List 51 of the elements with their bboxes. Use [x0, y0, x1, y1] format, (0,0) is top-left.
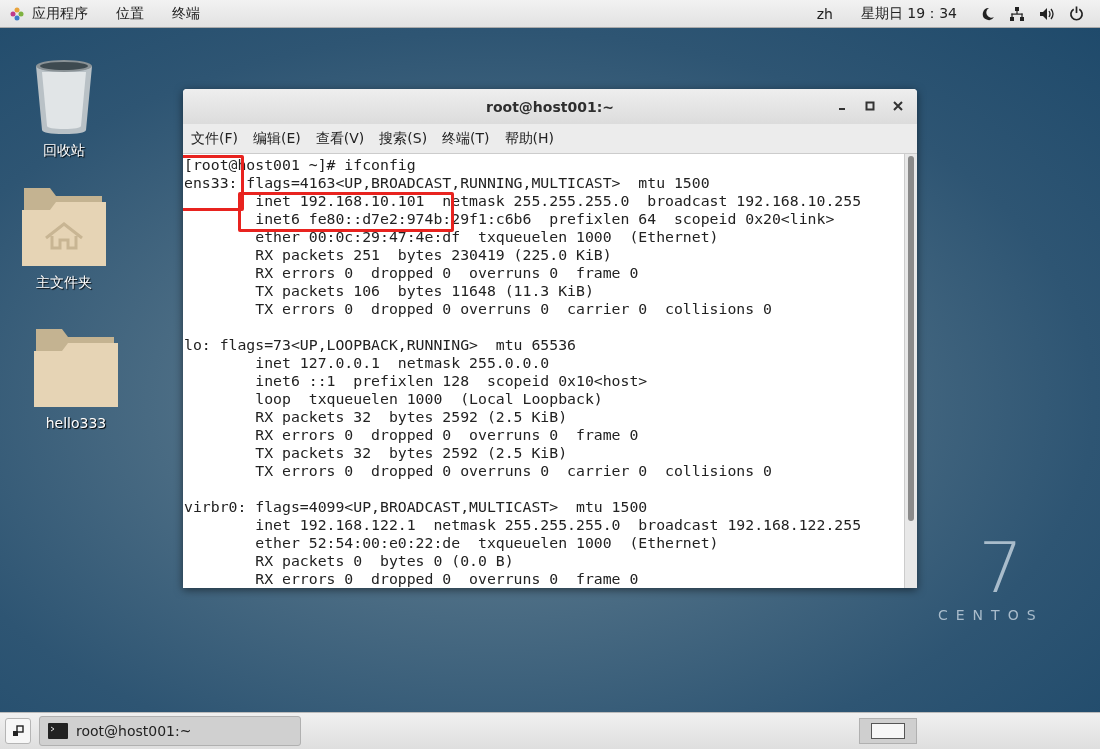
terminal-line: RX errors 0 dropped 0 overruns 0 frame 0: [254, 570, 640, 588]
taskbar-window-button[interactable]: root@host001:~: [39, 716, 301, 746]
terminal-line: ether 00:0c:29:47:4e:df txqueuelen 1000 (Ethernet): [254, 228, 720, 246]
windows-icon: [12, 725, 24, 737]
menu-item[interactable]: 终端(T): [442, 129, 490, 148]
menu-item[interactable]: 帮助(H): [504, 129, 555, 148]
terminal-line: TX errors 0 dropped 0 overruns 0 carrier 0 collisions 0: [254, 300, 773, 318]
top-menu[interactable]: 终端: [172, 4, 200, 23]
terminal-line: ether 52:54:00:e0:22:de txqueuelen 1000 (Ethernet): [254, 534, 720, 552]
volume-icon[interactable]: [1039, 6, 1055, 21]
icon-label[interactable]: 回收站: [43, 142, 85, 160]
terminal-line: inet 127.0.0.1 netmask 255.0.0.0: [254, 354, 551, 372]
home-folder-icon[interactable]: [22, 186, 106, 268]
scrollbar-thumb[interactable]: [908, 156, 914, 521]
terminal-line: RX packets 32 bytes 2592 (2.5 KiB): [254, 408, 569, 426]
terminal-line: ens33: flags=4163<UP,BROADCAST,RUNNING,MULTICAST> mtu 1500: [184, 174, 711, 192]
version-number: 7: [978, 533, 1024, 603]
clock[interactable]: 星期日 19：34: [860, 4, 957, 23]
terminal-line: lo: flags=73<UP,LOOPBACK,RUNNING> mtu 65536: [184, 336, 577, 354]
window-title: root@host001:~: [486, 98, 614, 115]
network-icon[interactable]: [1009, 5, 1025, 22]
terminal-line: RX errors 0 dropped 0 overruns 0 frame 0: [254, 264, 640, 282]
terminal-line: virbr0: flags=4099<UP,BROADCAST,MULTICAST> mtu 1500: [184, 498, 649, 516]
terminal-line: TX errors 0 dropped 0 overruns 0 carrier 0 collisions 0: [254, 462, 773, 480]
terminal-line: inet 192.168.122.1 netmask 255.255.255.0 broadcast 192.168.122.255: [254, 516, 863, 534]
show-desktop-button[interactable]: [5, 718, 31, 744]
icon-label[interactable]: hello333: [45, 415, 107, 431]
moon-icon[interactable]: [981, 6, 995, 21]
menu-item[interactable]: 查看(V): [315, 129, 365, 148]
terminal-line: RX packets 251 bytes 230419 (225.0 KiB): [254, 246, 613, 264]
menu-item[interactable]: 编辑(E): [253, 129, 301, 148]
terminal-line: loop txqueuelen 1000 (Local Loopback): [254, 390, 604, 408]
terminal-line: RX packets 0 bytes 0 (0.0 B): [254, 552, 515, 570]
brand-name: CENTOS: [938, 607, 1044, 623]
terminal-icon: [48, 723, 68, 739]
menu-item[interactable]: 文件(F): [191, 129, 238, 148]
terminal-line: RX errors 0 dropped 0 overruns 0 frame 0: [254, 426, 640, 444]
language-indicator[interactable]: zh: [816, 5, 833, 22]
menu-item[interactable]: 搜索(S): [379, 129, 428, 148]
top-menu[interactable]: 位置: [116, 4, 144, 23]
power-icon[interactable]: [1069, 6, 1084, 21]
terminal-line: TX packets 106 bytes 11648 (11.3 KiB): [254, 282, 595, 300]
terminal-line: inet6 ::1 prefixlen 128 scopeid 0x10<host>: [254, 372, 649, 390]
icon-label[interactable]: 主文件夹: [36, 274, 92, 292]
folder-icon[interactable]: [34, 327, 118, 409]
flower-icon[interactable]: [10, 6, 24, 21]
top-menu[interactable]: 应用程序: [32, 4, 88, 23]
maximize-icon[interactable]: [865, 101, 875, 111]
terminal-line: TX packets 32 bytes 2592 (2.5 KiB): [254, 444, 569, 462]
workspace-switcher[interactable]: [859, 718, 917, 744]
close-icon[interactable]: [893, 101, 903, 111]
